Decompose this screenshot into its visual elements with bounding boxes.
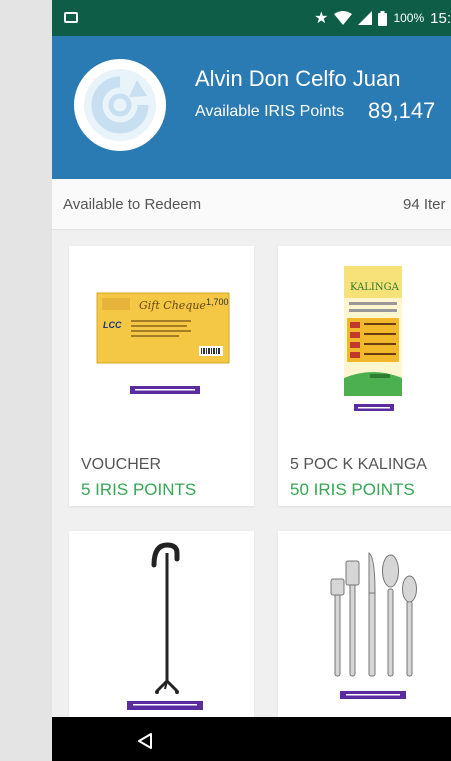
refresh-logo-icon	[84, 69, 156, 141]
status-bar: ★ 100% 15:	[52, 0, 451, 36]
wifi-icon	[334, 11, 353, 25]
battery-percent: 100%	[393, 11, 425, 25]
voucher-amount: 1,700	[206, 297, 229, 307]
reward-card-voucher[interactable]: Gift Cheque 1,700 LCC VOUCHER 5 IRIS POI…	[69, 246, 254, 506]
item-count: 94 Iter	[403, 196, 446, 213]
reward-points: 50 IRIS POINTS	[290, 480, 415, 499]
cutlery-image	[330, 552, 417, 699]
voucher-image: Gift Cheque 1,700 LCC	[96, 292, 230, 394]
battery-icon	[378, 10, 388, 26]
signal-icon	[358, 11, 373, 25]
star-icon: ★	[314, 10, 329, 27]
image-icon	[64, 12, 78, 23]
user-name: Alvin Don Celfo Juan	[195, 66, 401, 91]
profile-header: Alvin Don Celfo Juan Available IRIS Poin…	[52, 36, 451, 179]
phone-screen: ★ 100% 15: Alvin Don Celfo Juan Availabl…	[52, 0, 451, 761]
reward-title: VOUCHER	[81, 456, 162, 473]
kalinga-poster-image: KALINGA	[344, 266, 402, 411]
redeem-label: Available to Redeem	[63, 196, 202, 213]
reward-points: 5 IRIS POINTS	[81, 480, 197, 499]
reward-title: 5 POC K KALINGA	[290, 456, 427, 473]
kalinga-brand: KALINGA	[350, 282, 400, 293]
avatar[interactable]	[74, 59, 166, 151]
points-value: 89,147	[368, 98, 436, 123]
clock-time: 15:	[430, 9, 451, 27]
nav-bar	[52, 717, 451, 761]
reward-card-kalinga[interactable]: KALINGA 5 POC K KALINGA 50 IRIS POINTS	[278, 246, 451, 506]
back-triangle-icon[interactable]	[136, 732, 154, 750]
voucher-gift-text: Gift Cheque	[139, 299, 206, 312]
redeem-bar: Available to Redeem 94 Iter	[52, 179, 451, 230]
points-label: Available IRIS Points	[195, 103, 345, 120]
voucher-brand: LCC	[103, 320, 122, 330]
cane-image	[127, 542, 203, 710]
